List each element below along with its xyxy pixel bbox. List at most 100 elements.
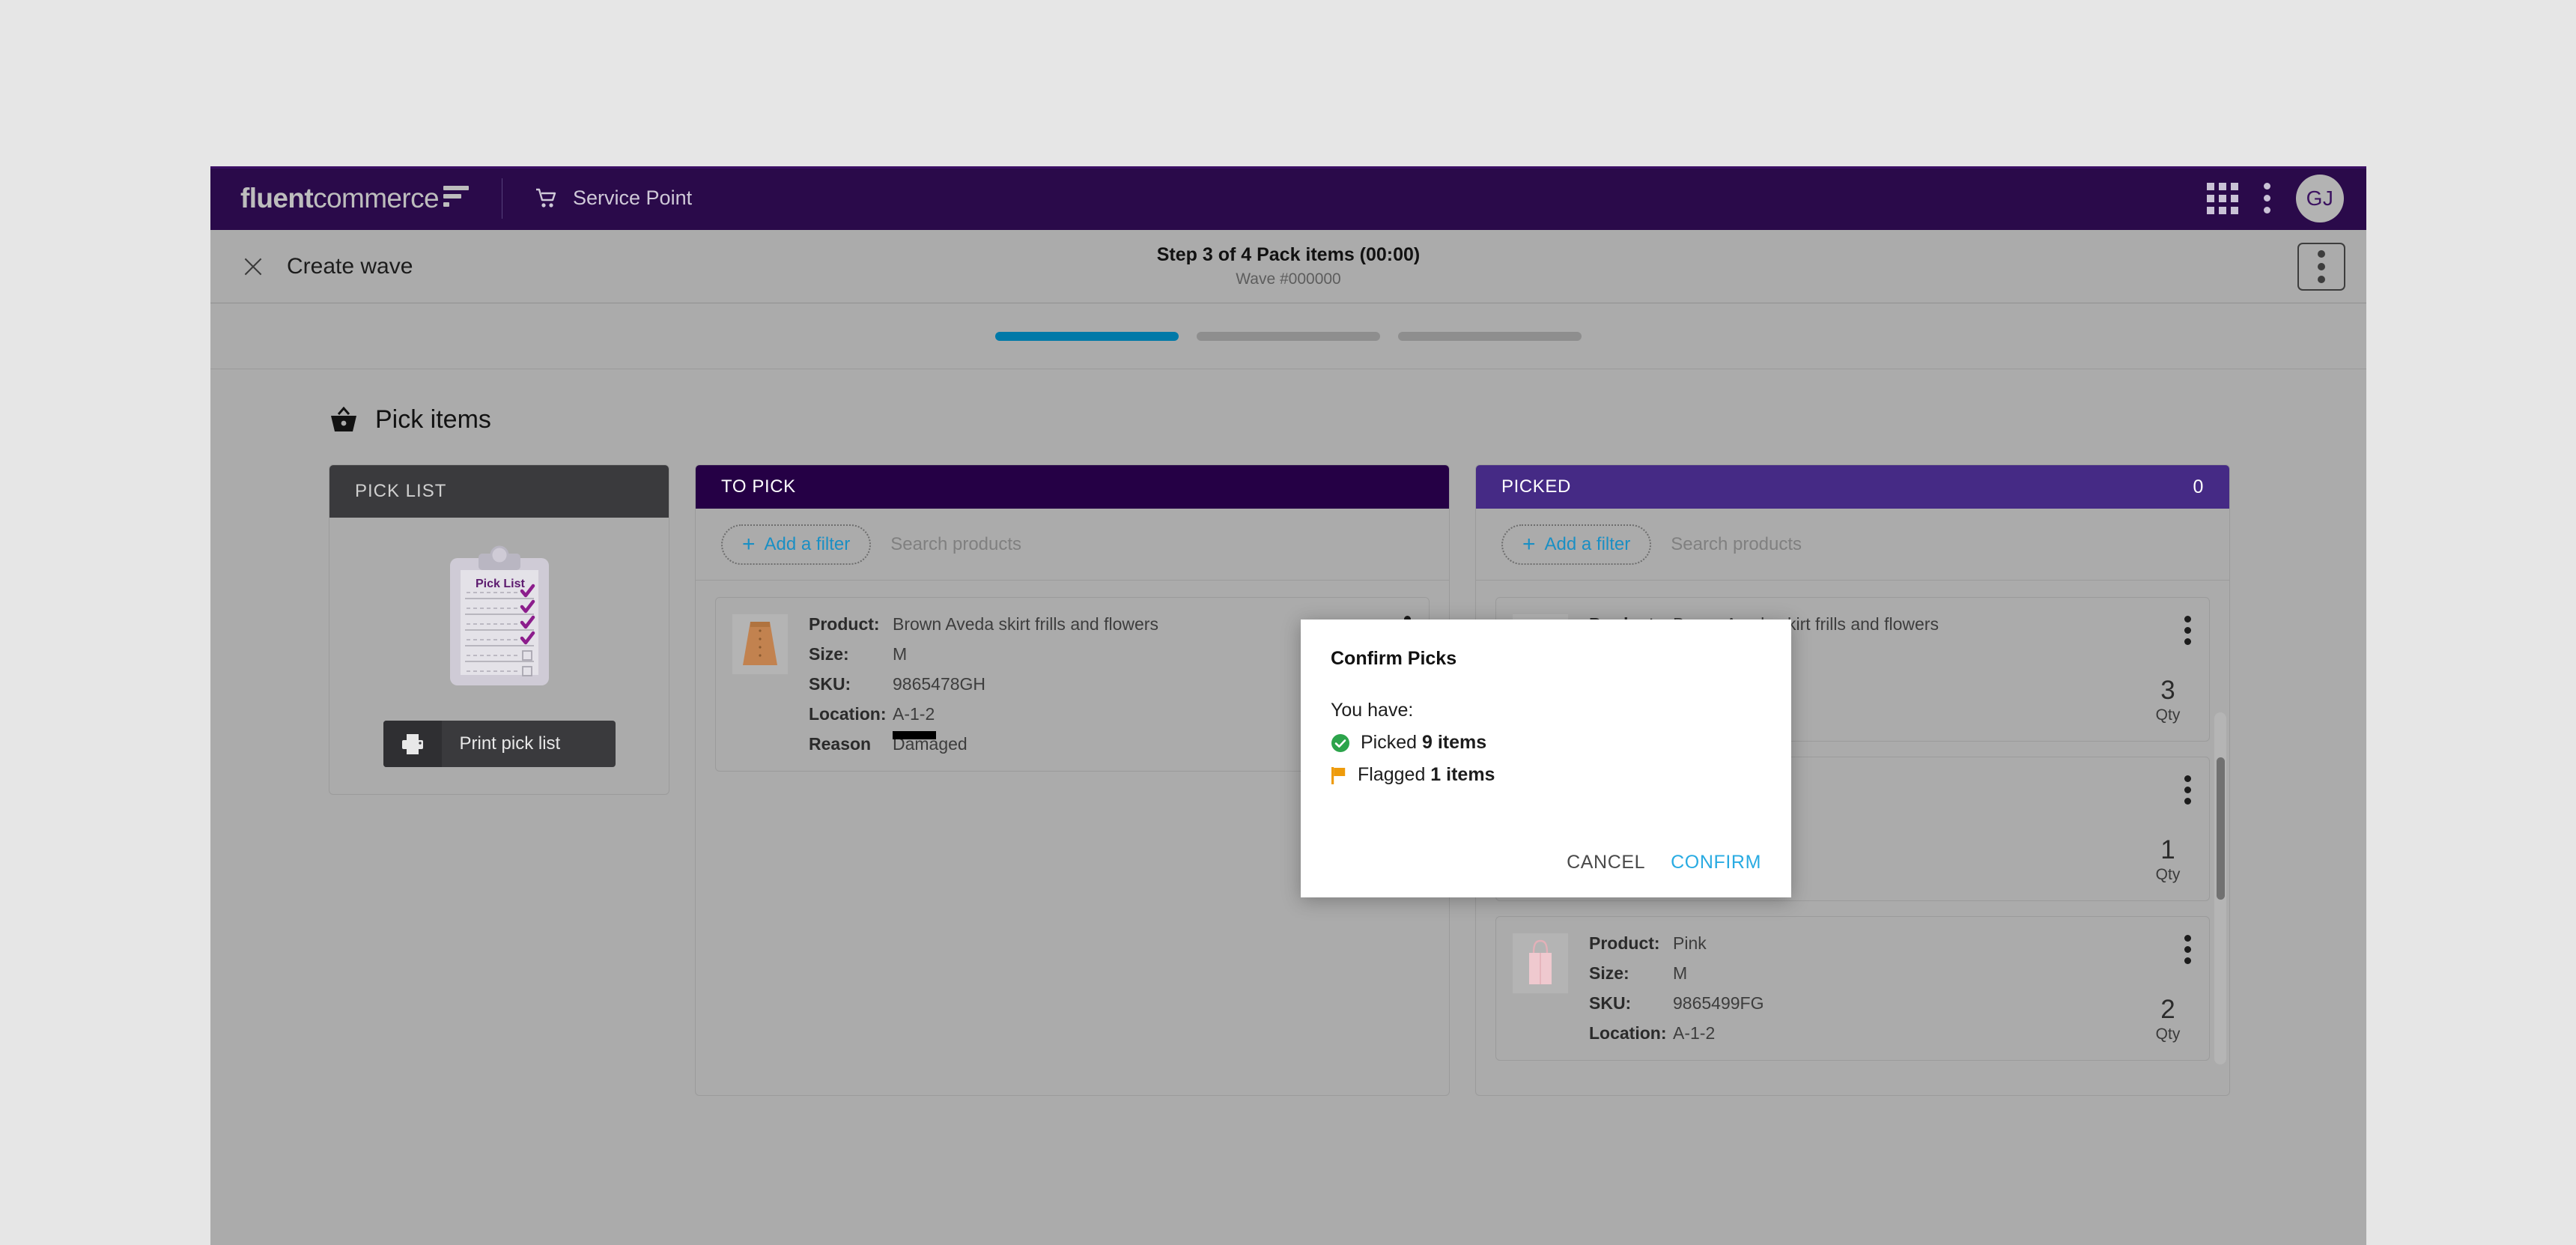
dialog-actions: CANCEL CONFIRM [1567,852,1761,873]
flagged-prefix: Flagged [1358,764,1430,785]
field-value: Brown Aveda skirt frills and flowers [893,614,1158,634]
flagged-summary-text: Flagged 1 items [1358,764,1495,786]
picked-column-header: PICKED 0 [1476,465,2229,509]
quantity-badge: 2 Qty [2146,996,2190,1043]
picked-value: 9 items [1422,732,1486,753]
dialog-title: Confirm Picks [1331,648,1761,670]
picked-column-scrollbar[interactable] [2214,712,2226,1064]
dialog-body: You have: Picked 9 items Flagge [1331,700,1761,786]
quantity-value: 2 [2146,996,2190,1023]
wave-reference: Wave #000000 [210,270,2366,288]
plus-icon: + [742,533,756,556]
pick-list-panel-title: PICK LIST [355,481,446,502]
card-overflow-menu-icon[interactable] [2184,775,2191,805]
close-icon[interactable] [240,254,266,279]
field-label: Product: [1589,933,1673,954]
field-value: A-1-2 [1673,1023,1715,1043]
to-pick-add-filter-button[interactable]: + Add a filter [721,524,871,565]
cancel-button[interactable]: CANCEL [1567,852,1645,873]
progress-segment-1 [995,332,1179,341]
check-circle-icon [1331,733,1350,753]
picked-add-filter-button[interactable]: + Add a filter [1501,524,1651,565]
field-label: Product: [809,614,893,634]
plus-icon: + [1522,533,1536,556]
pick-list-panel-body: Pick List [329,518,669,794]
logo-brand-first: fluent [240,183,313,213]
field-value: 9865499FG [1673,993,1764,1014]
topnav-overflow-menu-icon[interactable] [2264,183,2270,213]
field-label: Size: [1589,963,1673,984]
section-title: Pick items [375,405,491,434]
progress-segment-3 [1398,332,1582,341]
main-content: Pick items PICK LIST Pick List [210,369,2366,1096]
picked-column-count: 0 [2193,476,2204,498]
service-point-nav-item[interactable]: Service Point [535,187,692,210]
service-point-label: Service Point [573,187,692,210]
field-row: Product:Pink [1589,933,2190,954]
field-label: Location: [809,704,893,724]
progress-segment-2 [1197,332,1380,341]
picked-summary-row: Picked 9 items [1331,732,1761,754]
confirm-button[interactable]: CONFIRM [1671,852,1761,873]
confirm-picks-dialog: Confirm Picks You have: Picked 9 items [1301,620,1791,897]
quantity-badge: 3 Qty [2146,677,2190,724]
field-label: Location: [1589,1023,1673,1043]
picked-search-input[interactable]: Search products [1671,534,1802,555]
field-row: Location:A-1-2 [1589,1023,2190,1043]
step-title: Step 3 of 4 Pack items (00:00) [210,244,2366,266]
field-row: Size:M [1589,963,2190,984]
top-navigation-bar: fluentcommerce Service Point [210,166,2366,230]
logo-brand-second: commerce [313,183,439,213]
pick-columns: PICK LIST Pick List [210,464,2366,1096]
pink-bag-icon [1513,933,1568,993]
quantity-value: 1 [2146,837,2190,863]
picked-summary-text: Picked 9 items [1361,732,1486,754]
scrollbar-thumb[interactable] [2217,757,2225,900]
card-overflow-menu-icon[interactable] [2184,935,2191,964]
field-value: A-1-2 [893,704,935,724]
picked-column-title: PICKED [1501,476,1571,497]
apps-grid-icon[interactable] [2207,183,2238,214]
wizard-subheader: Create wave Step 3 of 4 Pack items (00:0… [210,230,2366,303]
wizard-progress-bar [210,303,2366,369]
svg-text:Pick List: Pick List [476,578,525,590]
picked-card-fields: Product:Pink Size:M SKU:9865499FG Locati… [1589,933,2190,1043]
logo-bars-icon [443,186,469,210]
section-header: Pick items [210,405,2366,434]
field-value: Pink [1673,933,1707,954]
pick-list-panel-header: PICK LIST [329,465,669,518]
to-pick-filter-row: + Add a filter Search products [696,509,1449,581]
topnav-right-actions: GJ [2207,175,2344,222]
picked-prefix: Picked [1361,732,1422,753]
fluent-commerce-logo[interactable]: fluentcommerce [240,183,469,214]
field-value: 9865478GH [893,674,985,694]
quantity-label: Qty [2146,866,2190,884]
field-label: Reason [809,734,893,754]
page-title: Create wave [287,254,413,279]
to-pick-column-title: TO PICK [721,476,796,497]
to-pick-search-input[interactable]: Search products [890,534,1021,555]
field-label: SKU: [809,674,893,694]
shopping-cart-icon [535,188,558,209]
picked-card[interactable]: Product:Pink Size:M SKU:9865499FG Locati… [1495,916,2210,1061]
header-overflow-menu-button[interactable] [2297,243,2345,291]
picked-add-filter-label: Add a filter [1545,534,1631,555]
quantity-label: Qty [2146,706,2190,724]
redaction-mark [893,731,936,739]
field-label: Size: [809,644,893,664]
flagged-summary-row: Flagged 1 items [1331,764,1761,786]
printer-icon [383,721,442,767]
step-indicator-block: Step 3 of 4 Pack items (00:00) Wave #000… [210,244,2366,288]
field-value: M [1673,963,1687,984]
print-pick-list-label: Print pick list [442,733,561,754]
brown-skirt-icon [732,614,788,674]
print-pick-list-button[interactable]: Print pick list [383,721,616,767]
picked-filter-row: + Add a filter Search products [1476,509,2229,581]
basket-icon [329,406,359,434]
user-avatar[interactable]: GJ [2296,175,2344,222]
to-pick-column-header: TO PICK [696,465,1449,509]
field-row: SKU:9865499FG [1589,993,2190,1014]
app-window: fluentcommerce Service Point [210,166,2366,1245]
card-overflow-menu-icon[interactable] [2184,616,2191,645]
quantity-badge: 1 Qty [2146,837,2190,884]
